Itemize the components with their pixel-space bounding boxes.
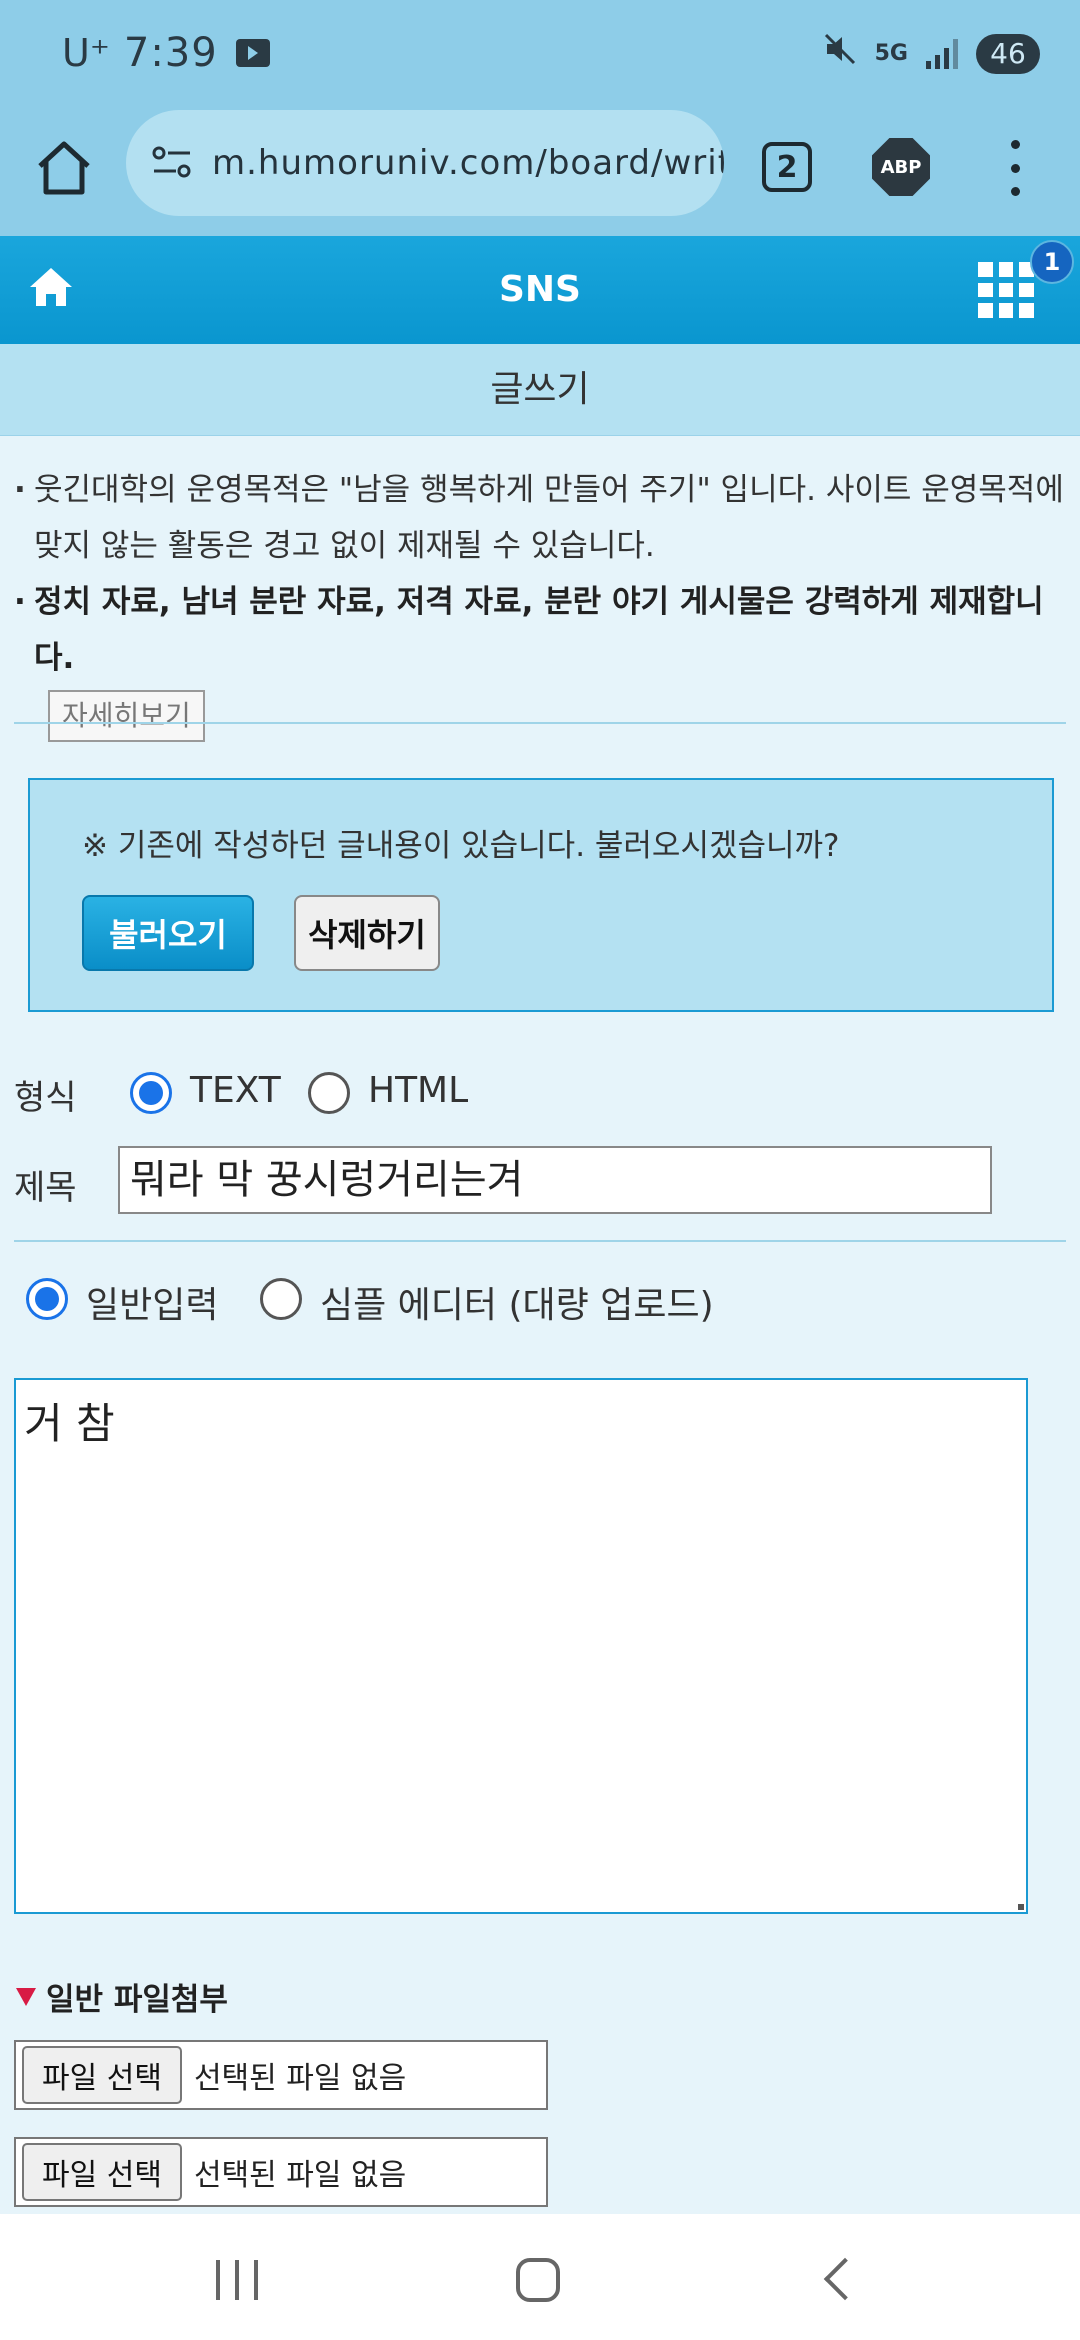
format-html-radio[interactable] bbox=[308, 1072, 350, 1114]
clock: 7:39 bbox=[123, 30, 218, 76]
battery-icon: 46 bbox=[976, 33, 1040, 74]
triangle-down-icon bbox=[16, 1987, 36, 2006]
site-title: SNS bbox=[499, 269, 581, 310]
file-status: 선택된 파일 없음 bbox=[193, 2061, 407, 2096]
notice-item-warning: 정치 자료, 남녀 분란 자료, 저격 자료, 분란 야기 게시물은 강력하게 … bbox=[14, 574, 1064, 686]
attachment-title-text: 일반 파일첨부 bbox=[46, 1982, 228, 2018]
choose-file-button[interactable]: 파일 선택 bbox=[22, 2046, 182, 2104]
format-html-label[interactable]: HTML bbox=[368, 1070, 468, 1111]
file-input[interactable]: 파일 선택 선택된 파일 없음 bbox=[14, 2040, 548, 2110]
input-mode-normal-radio[interactable] bbox=[26, 1278, 68, 1320]
load-draft-button[interactable]: 불러오기 bbox=[82, 895, 254, 971]
draft-message: ※ 기존에 작성하던 글내용이 있습니다. 불러오시겠습니까? bbox=[82, 828, 840, 864]
address-bar[interactable]: m.humoruniv.com/board/writ bbox=[126, 110, 724, 216]
body-text: 거 참 bbox=[24, 1399, 115, 1448]
subject-label: 제목 bbox=[14, 1168, 77, 1208]
browser-menu-icon[interactable] bbox=[1000, 140, 1030, 196]
site-header: SNS bbox=[0, 236, 1080, 344]
system-navigation-bar bbox=[0, 2214, 1080, 2340]
divider bbox=[14, 722, 1066, 724]
url-text: m.humoruniv.com/board/writ bbox=[212, 143, 724, 183]
network-type-icon: 5G bbox=[874, 40, 908, 66]
tab-switcher-button[interactable]: 2 bbox=[762, 142, 812, 192]
draft-restore-panel: ※ 기존에 작성하던 글내용이 있습니다. 불러오시겠습니까? 불러오기 삭제하… bbox=[28, 778, 1054, 1012]
format-label: 형식 bbox=[14, 1078, 77, 1118]
format-text-radio[interactable] bbox=[130, 1072, 172, 1114]
page-title: 글쓰기 bbox=[0, 344, 1080, 436]
home-icon[interactable] bbox=[516, 2258, 560, 2302]
grid-menu-icon[interactable] bbox=[978, 262, 1034, 318]
file-input[interactable]: 파일 선택 선택된 파일 없음 bbox=[14, 2137, 548, 2207]
status-bar: U⁺ 7:39 5G 46 bbox=[0, 0, 1080, 110]
browser-toolbar: m.humoruniv.com/board/writ 2 ABP bbox=[0, 110, 1080, 236]
input-mode-normal-label[interactable]: 일반입력 bbox=[86, 1276, 218, 1328]
subject-input[interactable]: 뭐라 막 꿍시렁거리는겨 bbox=[118, 1146, 992, 1214]
site-home-icon[interactable] bbox=[28, 264, 74, 310]
mute-icon bbox=[823, 32, 857, 75]
delete-draft-button[interactable]: 삭제하기 bbox=[294, 895, 440, 971]
notice-list: 웃긴대학의 운영목적은 "남을 행복하게 만들어 주기" 입니다. 사이트 운영… bbox=[14, 462, 1064, 743]
body-textarea[interactable]: 거 참 bbox=[14, 1378, 1028, 1914]
site-settings-icon[interactable] bbox=[150, 141, 194, 185]
detail-button[interactable]: 자세히보기 bbox=[48, 690, 205, 742]
notice-item: 웃긴대학의 운영목적은 "남을 행복하게 만들어 주기" 입니다. 사이트 운영… bbox=[14, 462, 1064, 574]
status-right: 5G 46 bbox=[823, 32, 1040, 75]
recent-apps-icon[interactable] bbox=[216, 2260, 258, 2300]
input-mode-simple-editor-radio[interactable] bbox=[260, 1278, 302, 1320]
back-icon[interactable] bbox=[823, 2257, 867, 2301]
media-notification-icon bbox=[235, 39, 270, 67]
notification-badge[interactable]: 1 bbox=[1030, 240, 1074, 284]
status-left: U⁺ 7:39 bbox=[62, 30, 270, 76]
signal-icon bbox=[926, 38, 958, 69]
resize-handle[interactable] bbox=[1018, 1904, 1024, 1910]
adblock-icon[interactable]: ABP bbox=[872, 138, 930, 196]
browser-home-icon[interactable] bbox=[32, 136, 96, 200]
attachment-section-title: 일반 파일첨부 bbox=[16, 1974, 228, 2019]
choose-file-button[interactable]: 파일 선택 bbox=[22, 2143, 182, 2201]
input-mode-simple-editor-label[interactable]: 심플 에디터 (대량 업로드) bbox=[320, 1276, 714, 1328]
divider bbox=[14, 1240, 1066, 1242]
format-text-label[interactable]: TEXT bbox=[190, 1070, 281, 1111]
file-status: 선택된 파일 없음 bbox=[193, 2158, 407, 2193]
carrier-label: U⁺ bbox=[62, 31, 110, 75]
